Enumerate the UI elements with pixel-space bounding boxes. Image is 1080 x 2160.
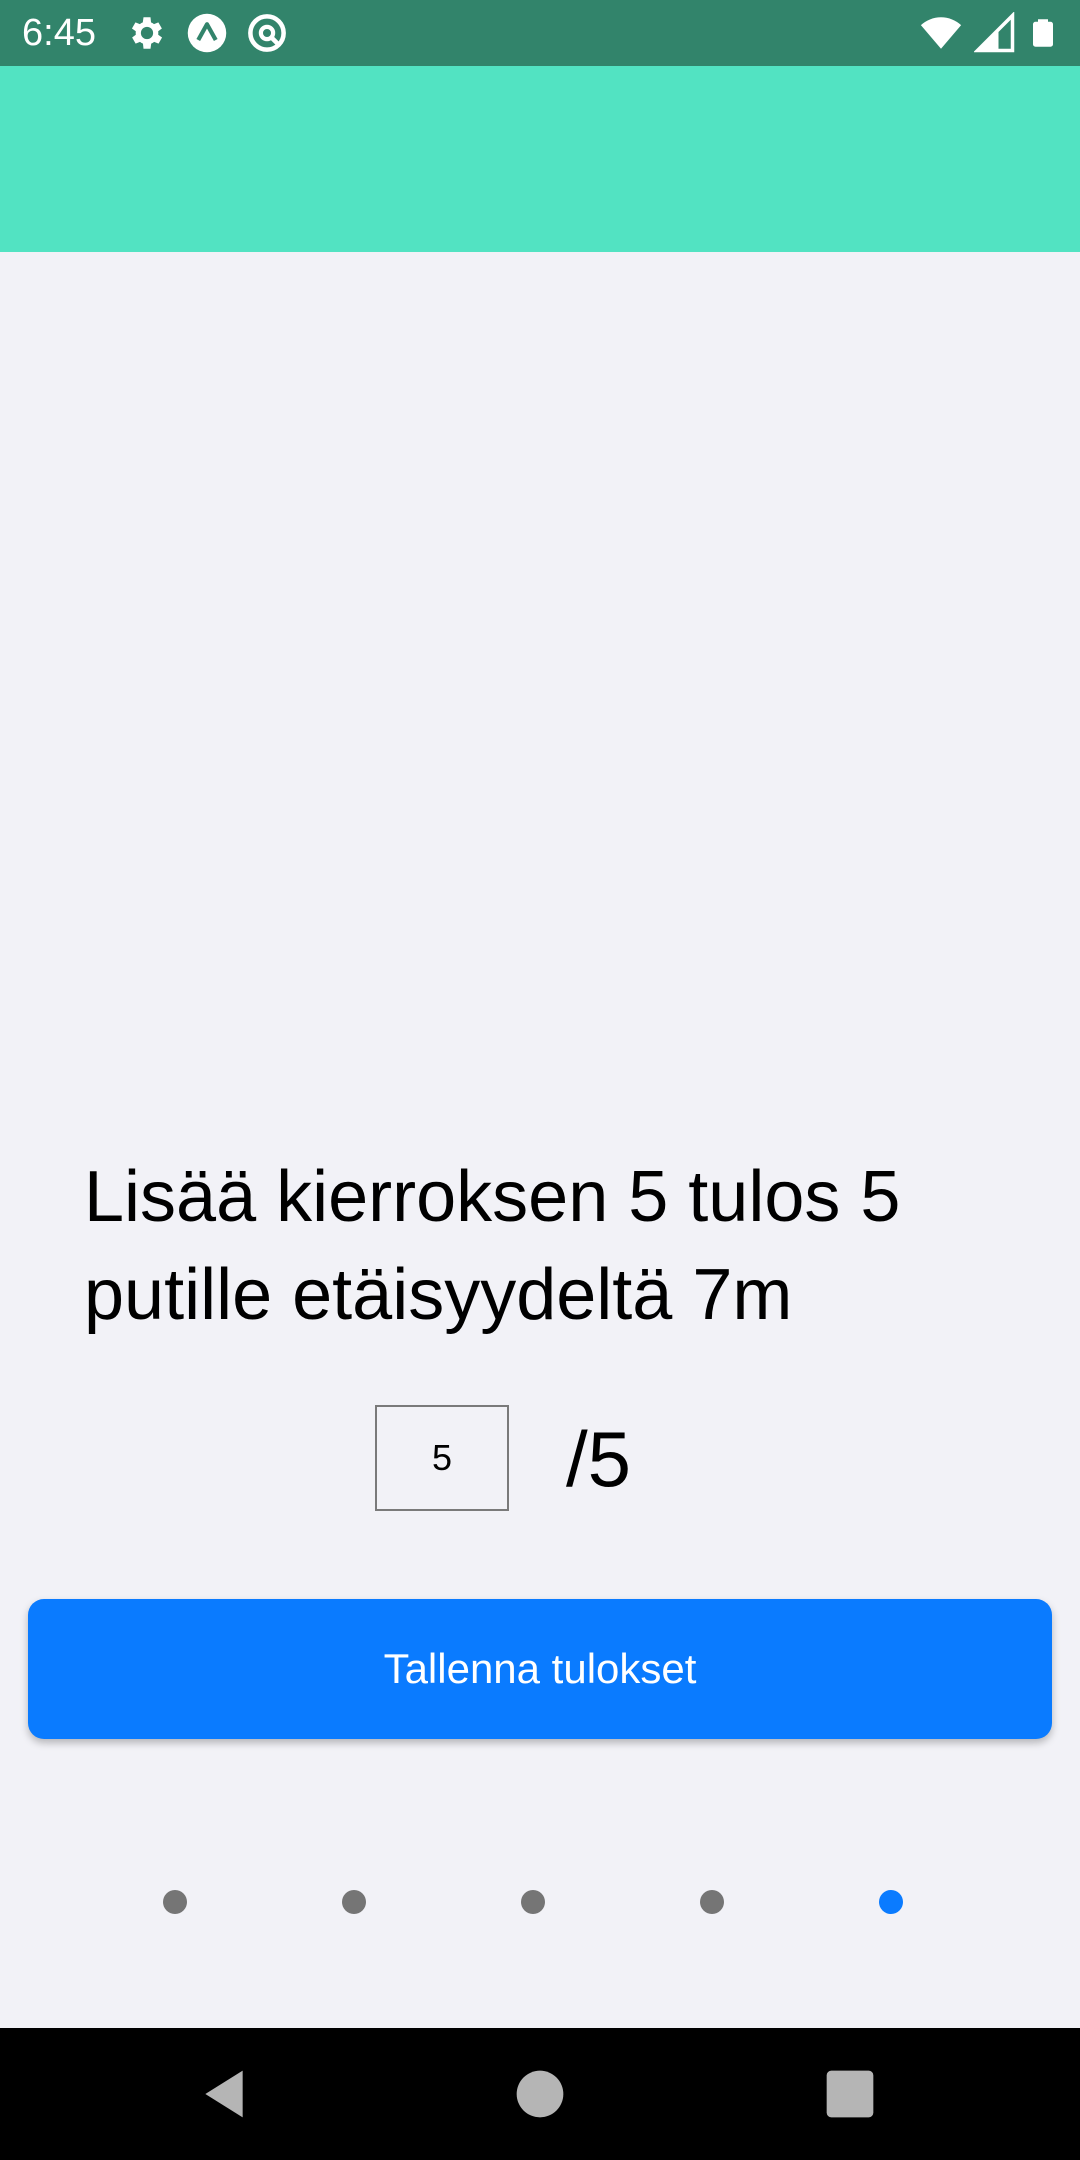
back-icon[interactable] xyxy=(196,2066,252,2122)
status-icons-right xyxy=(920,12,1058,54)
pagination-dot[interactable] xyxy=(879,1890,903,1914)
pagination-dot[interactable] xyxy=(700,1890,724,1914)
signal-icon xyxy=(974,12,1015,53)
pagination-dot[interactable] xyxy=(521,1890,545,1914)
pagination-dot[interactable] xyxy=(342,1890,366,1914)
wifi-icon xyxy=(920,17,962,49)
score-input[interactable] xyxy=(375,1405,509,1511)
recents-icon[interactable] xyxy=(822,2066,878,2122)
expo-icon xyxy=(187,13,227,53)
save-results-label: Tallenna tulokset xyxy=(383,1645,697,1692)
status-time: 6:45 xyxy=(22,12,96,54)
status-bar: 6:45 xyxy=(0,0,1080,66)
pagination-dot[interactable] xyxy=(163,1890,187,1914)
pagination-dots xyxy=(0,1890,1080,1914)
home-icon[interactable] xyxy=(512,2066,568,2122)
round-prompt: Lisää kierroksen 5 tulos 5 putille etäis… xyxy=(84,1157,901,1335)
at-circle-icon xyxy=(248,14,286,52)
app-header xyxy=(0,66,1080,252)
battery-icon xyxy=(1033,19,1053,47)
score-row: /5 xyxy=(0,1405,1080,1515)
score-max-label: /5 xyxy=(566,1415,632,1503)
status-icons-left xyxy=(126,12,288,54)
gear-icon xyxy=(131,17,163,49)
save-results-button[interactable]: Tallenna tulokset xyxy=(28,1599,1052,1739)
system-nav-bar xyxy=(0,2028,1080,2160)
